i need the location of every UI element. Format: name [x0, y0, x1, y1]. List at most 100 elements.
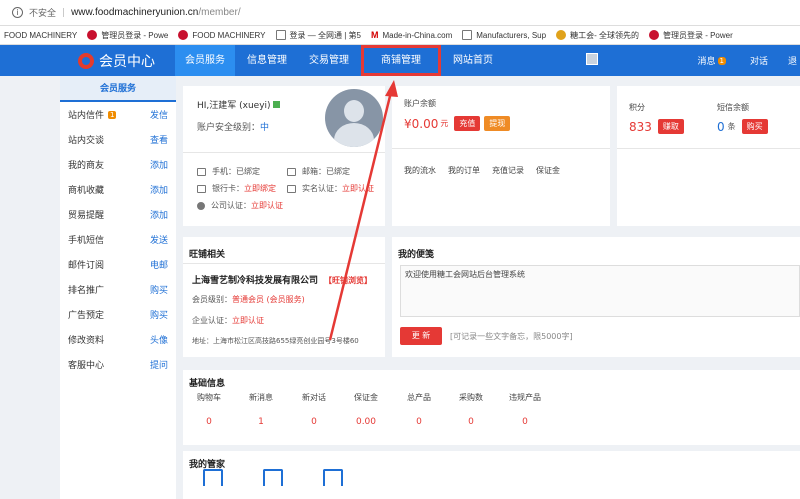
notes-panel: 我的便笺 欢迎使用糖工会网站后台管理系统 更 新 [可记录一些文字备忘，限500…	[392, 237, 800, 357]
mic-icon: M	[370, 30, 379, 40]
bank-status: 银行卡： 立即绑定	[197, 183, 276, 194]
sidebar-item[interactable]: 贸易提醒 添加	[60, 202, 176, 227]
enterprise-cert-link[interactable]: 立即认证	[232, 316, 264, 325]
security-level: 账户安全级别：中	[197, 123, 270, 133]
manager-tools	[203, 469, 383, 486]
nav-right: 消息 1 对话 退	[698, 45, 800, 76]
sidebar-item[interactable]: 客服中心 提问	[60, 352, 176, 377]
info-icon[interactable]: i	[12, 7, 23, 18]
stat-cart[interactable]: 购物车 0	[183, 392, 235, 427]
company-icon	[197, 201, 205, 210]
notes-textarea[interactable]: 欢迎使用糖工会网站后台管理系统	[400, 265, 800, 317]
balance-amount: ¥0.00 元充值 提现	[404, 116, 514, 131]
browser-address-bar[interactable]: i 不安全 | www.foodmachineryunion.cn/member…	[0, 0, 800, 26]
bookmark-item[interactable]: 管理员登录 - Powe	[87, 30, 168, 41]
stat-total-products[interactable]: 总产品 0	[393, 392, 445, 427]
phone-icon	[197, 167, 206, 176]
stat-violations[interactable]: 违规产品 0	[499, 392, 551, 427]
nav-site-home[interactable]: 网站首页	[443, 45, 503, 76]
deposit-link[interactable]: 保证金	[536, 165, 560, 176]
sidebar-title: 会员服务	[60, 76, 176, 102]
email-status: 邮箱：已绑定	[287, 166, 350, 177]
phone-status: 手机：已绑定	[197, 166, 260, 177]
my-flow-link[interactable]: 我的流水	[404, 165, 436, 176]
company-status: 公司认证： 立即认证	[197, 200, 283, 211]
wangpu-title: 旺铺相关	[189, 250, 226, 260]
my-orders-link[interactable]: 我的订单	[448, 165, 480, 176]
url-text[interactable]: www.foodmachineryunion.cn/member/	[71, 7, 241, 18]
balance-label: 账户余额	[404, 99, 436, 108]
sidebar-item[interactable]: 邮件订阅 电邮	[60, 252, 176, 277]
account-panel: 账户余额 ¥0.00 元充值 提现 我的流水 我的订单 充值记录 保证金	[392, 86, 610, 226]
basic-info-panel: 基础信息 购物车 0 新消息 1 新对话 0 保证金 0.00 总产品 0 采购数 0 违规…	[183, 370, 800, 445]
withdraw-button[interactable]: 提现	[484, 116, 511, 131]
wangpu-panel: 旺铺相关 上海雪艺制冷科技发展有限公司 【旺铺浏览】 会员级别：普通会员 (会员服…	[183, 237, 385, 357]
logo-icon	[78, 52, 94, 69]
stat-deposit[interactable]: 保证金 0.00	[340, 392, 392, 427]
stat-purchases[interactable]: 采购数 0	[445, 392, 497, 427]
nav-avatar[interactable]	[586, 53, 598, 65]
bind-bank-link[interactable]: 立即绑定	[244, 183, 276, 194]
bookmark-item[interactable]: M Made-in-China.com	[371, 30, 452, 40]
sidebar-item[interactable]: 手机短信 发送	[60, 227, 176, 252]
unsafe-label: 不安全	[29, 9, 57, 19]
earn-points-button[interactable]: 赚取	[657, 119, 684, 134]
user-greeting: HI,汪建军 (xueyi)	[197, 98, 280, 111]
user-avatar[interactable]	[325, 89, 383, 147]
stat-new-chats[interactable]: 新对话 0	[288, 392, 340, 427]
verified-icon	[272, 101, 280, 108]
sidebar: 会员服务 站内信件 1 发信 站内交谈 查看 我的商友 添加 商机收藏 添加 贸易提醒 添加…	[60, 76, 176, 499]
bookmarks-bar: FOOD MACHINERY 管理员登录 - Powe FOOD MACHINE…	[0, 26, 800, 45]
realname-status: 实名认证： 立即认证	[287, 183, 374, 194]
nav-shop-manage[interactable]: 商铺管理	[361, 45, 441, 76]
bookmark-item[interactable]: FOOD MACHINERY	[4, 31, 77, 40]
realname-verify-link[interactable]: 立即认证	[342, 183, 374, 194]
bookmark-item[interactable]: 糖工会- 全球领先的	[556, 30, 639, 41]
gold-icon	[556, 30, 567, 40]
member-level: 会员级别：普通会员 (会员服务)	[192, 295, 305, 304]
account-links: 我的流水 我的订单 充值记录 保证金	[404, 165, 572, 176]
update-notes-button[interactable]: 更 新	[400, 327, 442, 345]
bookmark-item[interactable]: 登录 — 全网通 | 第5	[275, 30, 361, 41]
chat-link[interactable]: 对话	[750, 54, 768, 67]
sidebar-item[interactable]: 修改资料 头像	[60, 327, 176, 352]
exit-link[interactable]: 退	[788, 54, 800, 67]
messages-link[interactable]: 消息 1	[698, 54, 726, 67]
sms-balance-label: 短信余额	[717, 103, 749, 112]
company-verify-link[interactable]: 立即认证	[251, 200, 283, 211]
recharge-button[interactable]: 充值	[454, 116, 481, 131]
bookmark-item[interactable]: FOOD MACHINERY	[178, 30, 266, 40]
stat-new-messages[interactable]: 新消息 1	[235, 392, 287, 427]
nav-info-manage[interactable]: 信息管理	[237, 45, 297, 76]
bookmark-item[interactable]: Manufacturers, Sup	[462, 30, 546, 40]
inbox-badge: 1	[108, 110, 117, 119]
bookmark-item[interactable]: 管理员登录 - Power	[648, 30, 733, 41]
shop-settings-icon[interactable]	[323, 469, 343, 486]
sidebar-item[interactable]: 我的商友 添加	[60, 152, 176, 177]
top-navigation: 会员中心 会员服务 信息管理 交易管理 商铺管理 网站首页 消息 1 对话 退	[0, 45, 800, 76]
sidebar-item[interactable]: 站内信件 1 发信	[60, 102, 176, 127]
document-icon	[462, 30, 473, 40]
sidebar-item[interactable]: 商机收藏 添加	[60, 177, 176, 202]
company-name: 上海雪艺制冷科技发展有限公司 【旺铺浏览】	[192, 276, 373, 286]
sidebar-item[interactable]: 排名推广 购买	[60, 277, 176, 302]
notes-hint: [可记录一些文字备忘，限5000字]	[450, 332, 573, 341]
mail-icon	[287, 167, 296, 176]
points-label: 积分	[629, 103, 645, 112]
edit-icon[interactable]	[203, 469, 223, 486]
red-globe-icon	[648, 30, 659, 40]
notes-title: 我的便笺	[398, 250, 435, 260]
recharge-records-link[interactable]: 充值记录	[492, 165, 524, 176]
nav-member-service[interactable]: 会员服务	[175, 45, 235, 76]
buy-sms-button[interactable]: 购买	[741, 119, 768, 134]
points-value: 833 赚取	[629, 119, 688, 134]
browse-shop-link[interactable]: 【旺铺浏览】	[324, 276, 372, 285]
sidebar-item[interactable]: 广告预定 购买	[60, 302, 176, 327]
sidebar-item[interactable]: 站内交谈 查看	[60, 127, 176, 152]
sms-balance-value: 0 条购买	[717, 119, 772, 134]
nav-trade-manage[interactable]: 交易管理	[299, 45, 359, 76]
clipboard-check-icon[interactable]	[263, 469, 283, 486]
member-center-logo[interactable]: 会员中心	[0, 51, 175, 71]
manager-panel: 我的管家	[183, 451, 800, 499]
messages-badge: 1	[717, 56, 726, 65]
